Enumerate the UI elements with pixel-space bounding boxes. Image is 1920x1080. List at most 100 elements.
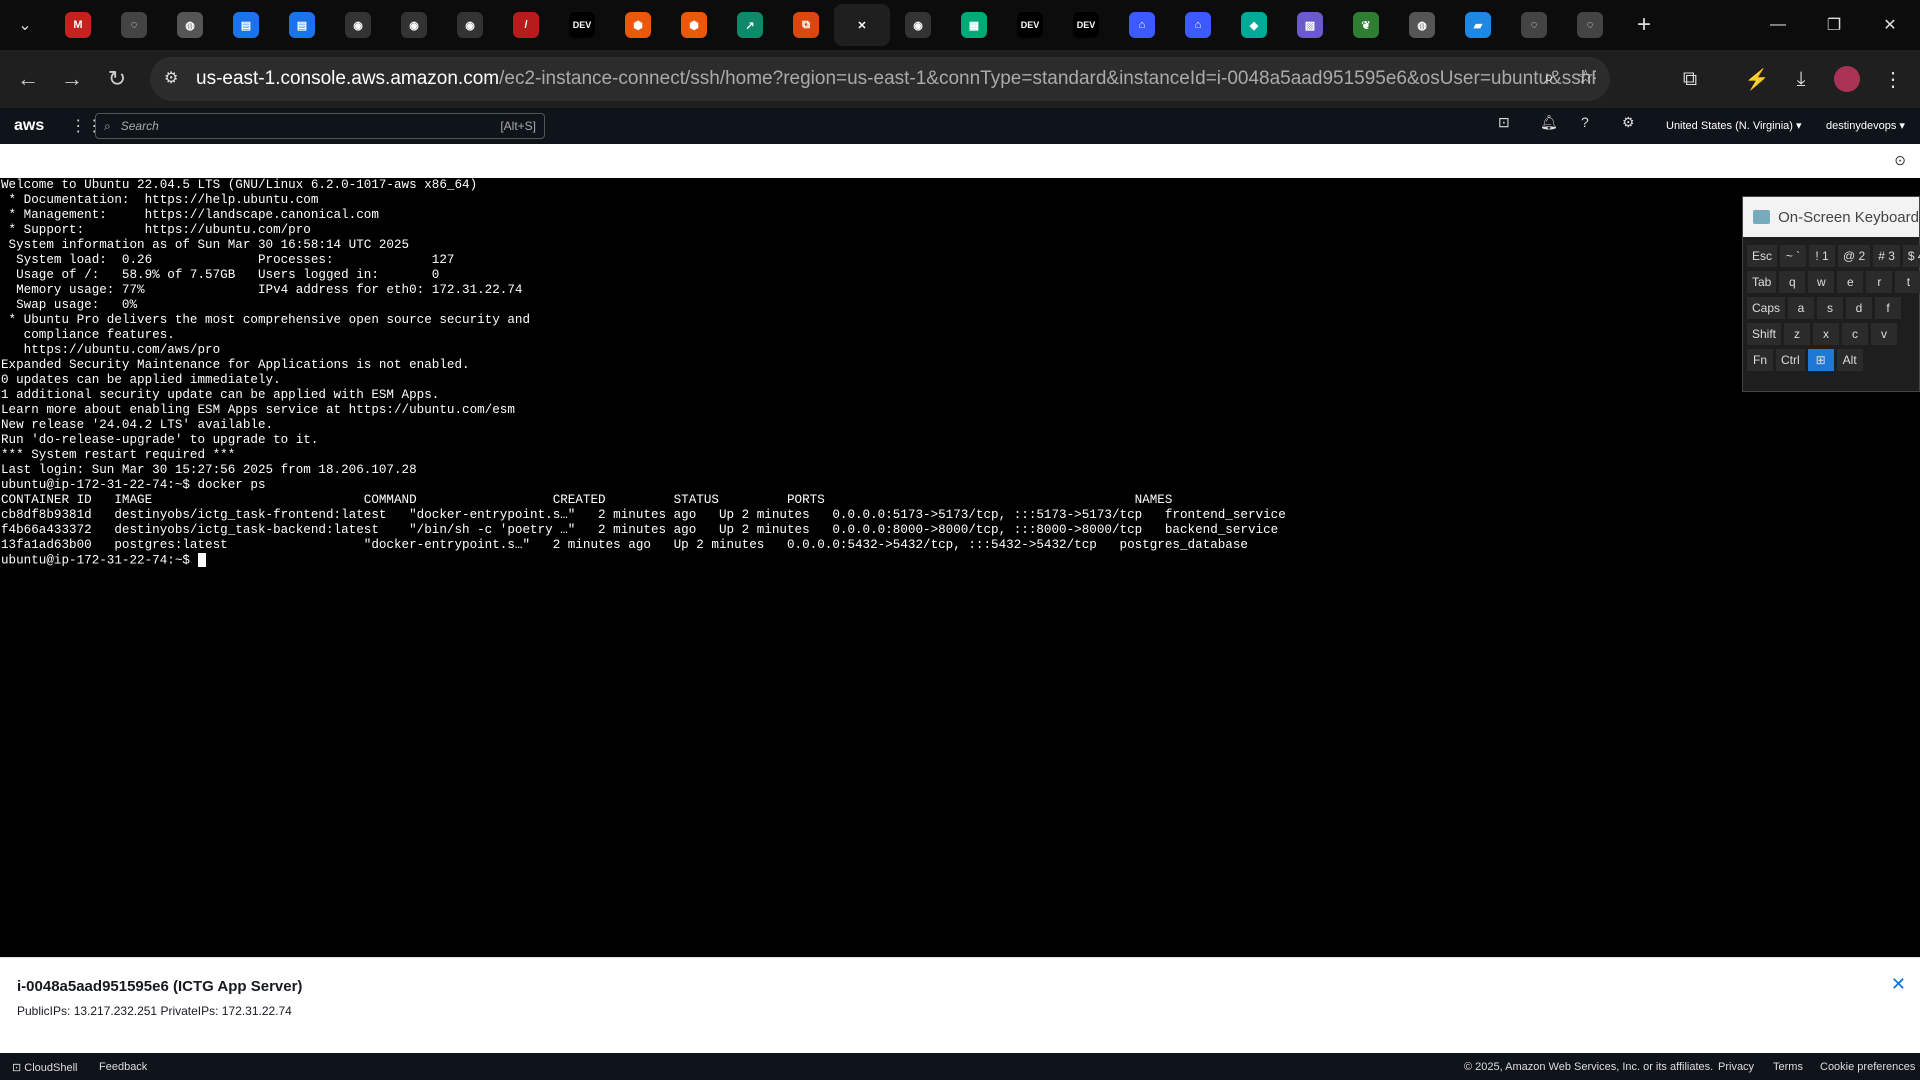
extensions-icon[interactable]: ⧉ [1668,57,1712,101]
address-bar[interactable]: ⚙ us-east-1.console.aws.amazon.com/ec2-i… [150,57,1610,101]
restore-icon[interactable]: ❐ [1806,0,1862,50]
browser-tab[interactable]: ◌ [1506,4,1562,46]
chart-icon: ▨ [1297,12,1323,38]
browser-tab[interactable]: ◌ [106,4,162,46]
browser-tab[interactable]: ❦ [1338,4,1394,46]
osk-key[interactable]: ! 1 [1809,245,1836,267]
browser-tab[interactable]: DEV [1002,4,1058,46]
browser-tab[interactable]: ◉ [890,4,946,46]
osk-key[interactable]: # 3 [1873,245,1900,267]
console-footer: ⊡ CloudShell Feedback © 2025, Amazon Web… [0,1053,1920,1080]
browser-tab[interactable]: ◉ [330,4,386,46]
minimize-icon[interactable]: — [1750,0,1806,50]
feedback-link[interactable]: Feedback [99,1061,147,1073]
osk-key[interactable]: ~ ` [1780,245,1807,267]
diamond-icon: ◆ [1241,12,1267,38]
osk-key[interactable]: Caps [1747,297,1786,319]
osk-key[interactable]: x [1813,323,1840,345]
site-info-icon[interactable]: ⚙ [164,68,178,88]
osk-key[interactable]: Tab [1747,271,1777,293]
browser-tab[interactable]: / [498,4,554,46]
terminal-line: New release '24.04.2 LTS' available. [1,418,274,432]
osk-key[interactable]: t [1895,271,1920,293]
privacy-link[interactable]: Privacy [1718,1061,1754,1073]
window-close-icon[interactable]: ✕ [1862,0,1918,50]
browser-tab[interactable]: ◉ [442,4,498,46]
terminal-settings-icon[interactable]: ⊙ [1894,152,1906,169]
osk-key[interactable]: Ctrl [1776,349,1805,371]
osk-key[interactable]: w [1808,271,1835,293]
osk-key[interactable]: c [1842,323,1869,345]
browser-tab[interactable]: ⌂ [1170,4,1226,46]
osk-row: Esc~ `! 1@ 2# 3$ 4 [1747,245,1920,267]
forward-icon[interactable]: → [50,57,94,101]
osk-key[interactable]: z [1784,323,1811,345]
osk-key[interactable]: r [1866,271,1893,293]
cloudshell-link[interactable]: ⊡ CloudShell [12,1061,77,1074]
terms-link[interactable]: Terms [1773,1061,1803,1073]
url-text[interactable]: us-east-1.console.aws.amazon.com/ec2-ins… [196,68,1596,90]
profile-avatar[interactable] [1825,57,1869,101]
zoom-icon[interactable]: ⌕ [1544,67,1554,88]
browser-tab[interactable]: ◍ [1394,4,1450,46]
download-icon[interactable]: ⤓ [1779,57,1823,101]
browser-tab[interactable]: DEV [1058,4,1114,46]
osk-titlebar[interactable]: On-Screen Keyboard [1743,197,1919,237]
browser-tab[interactable]: ⌂ [1114,4,1170,46]
osk-key[interactable]: Esc [1747,245,1778,267]
cloudshell-icon[interactable]: ⊡ [1498,114,1510,131]
region-selector[interactable]: United States (N. Virginia) ▾ [1666,119,1802,132]
browser-tab[interactable]: ◆ [1226,4,1282,46]
browser-tab[interactable]: ◉ [386,4,442,46]
notifications-icon[interactable]: 🔔︎ [1540,114,1558,131]
osk-key[interactable]: f [1875,297,1902,319]
search-input[interactable]: ⌕ Search [Alt+S] [95,113,545,139]
bookmark-star-icon[interactable]: ☆ [1577,66,1594,89]
osk-key[interactable]: $ 4 [1902,245,1920,267]
aws-logo[interactable]: aws [14,117,44,135]
cookie-preferences-link[interactable]: Cookie preferences [1820,1061,1915,1073]
osk-key[interactable]: a [1788,297,1815,319]
osk-key[interactable]: @ 2 [1838,245,1871,267]
browser-tab[interactable]: ▤ [218,4,274,46]
performance-icon[interactable]: ⚡ [1735,57,1779,101]
browser-tab[interactable]: ◌ [1562,4,1618,46]
osk-key[interactable]: q [1779,271,1806,293]
close-icon[interactable]: ✕ [849,12,875,38]
browser-tab[interactable]: ▤ [274,4,330,46]
browser-tab[interactable]: M [50,4,106,46]
terminal-output[interactable]: Welcome to Ubuntu 22.04.5 LTS (GNU/Linux… [0,178,1920,957]
osk-key[interactable]: Fn [1747,349,1773,371]
browser-tab[interactable]: ⬢ [666,4,722,46]
back-icon[interactable]: ← [6,57,50,101]
osk-key[interactable]: e [1837,271,1864,293]
menu-icon[interactable]: ⋮ [1871,57,1915,101]
osk-row: Caps a s d f [1747,297,1902,319]
osk-key[interactable]: d [1846,297,1873,319]
browser-tab[interactable]: ▦ [946,4,1002,46]
settings-icon[interactable]: ⚙ [1622,114,1635,131]
windows-key-icon[interactable]: ⊞ [1807,349,1834,371]
terminal-prompt-line[interactable]: ubuntu@ip-172-31-22-74:~$ [1,553,1920,568]
browser-tab[interactable]: ✕ [834,4,890,46]
browser-tab[interactable]: ▰ [1450,4,1506,46]
browser-tab[interactable]: ▨ [1282,4,1338,46]
on-screen-keyboard[interactable]: On-Screen Keyboard Esc~ `! 1@ 2# 3$ 4 Tab… [1742,196,1920,392]
new-tab-button[interactable]: + [1624,5,1664,45]
osk-key[interactable]: Shift [1747,323,1782,345]
tab-search-icon[interactable]: ⌄ [0,0,50,50]
browser-tab[interactable]: ⧉ [778,4,834,46]
osk-key[interactable]: Alt [1836,349,1863,371]
account-menu[interactable]: destinydevops ▾ [1826,119,1905,132]
browser-tab[interactable]: ⬢ [610,4,666,46]
browser-tab[interactable]: DEV [554,4,610,46]
instance-info-panel: i-0048a5aad951595e6 (ICTG App Server) Pu… [0,957,1920,1053]
reload-icon[interactable]: ↻ [95,57,139,101]
browser-tab[interactable]: ↗ [722,4,778,46]
close-panel-icon[interactable]: ✕ [1891,974,1906,995]
osk-key[interactable]: s [1817,297,1844,319]
help-icon[interactable]: ? [1581,114,1589,130]
terminal-line: Run 'do-release-upgrade' to upgrade to i… [1,433,319,447]
osk-key[interactable]: v [1871,323,1898,345]
browser-tab[interactable]: ◍ [162,4,218,46]
